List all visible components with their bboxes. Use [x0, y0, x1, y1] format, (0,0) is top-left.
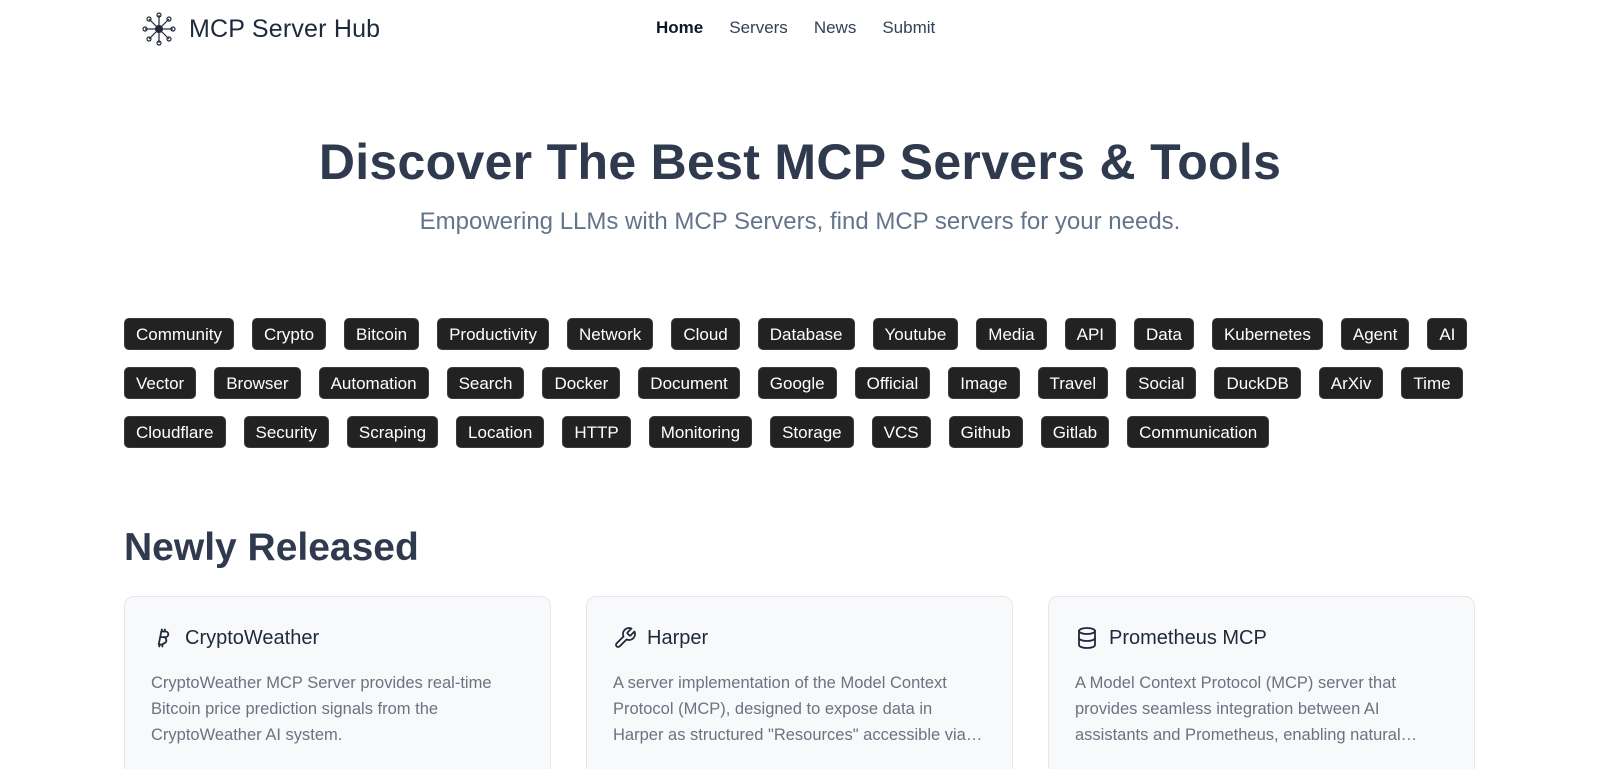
tag-kubernetes[interactable]: Kubernetes [1211, 318, 1323, 350]
tag-location[interactable]: Location [456, 416, 545, 448]
tag-security[interactable]: Security [243, 416, 329, 448]
server-card[interactable]: CryptoWeather CryptoWeather MCP Server p… [124, 596, 551, 769]
tag-social[interactable]: Social [1126, 367, 1197, 399]
card-title: CryptoWeather [185, 626, 320, 649]
tag-community[interactable]: Community [124, 318, 234, 350]
tag-cloudflare[interactable]: Cloudflare [124, 416, 226, 448]
nav-home[interactable]: Home [656, 18, 703, 38]
nav-servers[interactable]: Servers [729, 18, 788, 38]
tag-list: Community Crypto Bitcoin Productivity Networ… [124, 318, 1484, 448]
tag-official[interactable]: Official [854, 367, 931, 399]
tag-communication[interactable]: Communication [1127, 416, 1270, 448]
card-description: A server implementation of the Model Con… [613, 674, 966, 744]
tag-arxiv[interactable]: ArXiv [1318, 367, 1384, 399]
card-title: Prometheus MCP [1109, 626, 1267, 649]
card-header: CryptoWeather [151, 624, 524, 652]
tag-youtube[interactable]: Youtube [872, 318, 959, 350]
card-header: Prometheus MCP [1075, 624, 1448, 652]
server-card[interactable]: Prometheus MCP A Model Context Protocol … [1048, 596, 1475, 769]
brand-name: MCP Server Hub [189, 14, 381, 43]
brand-logo-link[interactable]: MCP Server Hub [142, 12, 380, 46]
tag-media[interactable]: Media [976, 318, 1047, 350]
tag-gitlab[interactable]: Gitlab [1040, 416, 1110, 448]
tag-docker[interactable]: Docker [542, 367, 621, 399]
tag-vcs[interactable]: VCS [871, 416, 931, 448]
tag-http[interactable]: HTTP [562, 416, 631, 448]
tag-data[interactable]: Data [1134, 318, 1194, 350]
hero-title: Discover The Best MCP Servers & Tools [318, 134, 1282, 190]
card-description: A Model Context Protocol (MCP) server th… [1075, 674, 1401, 744]
tag-productivity[interactable]: Productivity [437, 318, 549, 350]
tag-google[interactable]: Google [757, 367, 837, 399]
tag-api[interactable]: API [1064, 318, 1117, 350]
tag-agent[interactable]: Agent [1340, 318, 1410, 350]
site-header: MCP Server Hub Home Servers News Submit [0, 0, 1600, 60]
tag-vector[interactable]: Vector [124, 367, 197, 399]
tag-automation[interactable]: Automation [318, 367, 429, 399]
tag-image[interactable]: Image [948, 367, 1020, 399]
hero-subtitle: Empowering LLMs with MCP Servers, find M… [419, 208, 1181, 235]
tag-duckdb[interactable]: DuckDB [1214, 367, 1301, 399]
server-card[interactable]: Harper A server implementation of the Mo… [586, 596, 1013, 769]
tag-crypto[interactable]: Crypto [251, 318, 327, 350]
tag-travel[interactable]: Travel [1037, 367, 1109, 399]
card-header: Harper [613, 624, 986, 652]
tag-ai[interactable]: AI [1427, 318, 1468, 350]
tag-network[interactable]: Network [566, 318, 654, 350]
tag-browser[interactable]: Browser [214, 367, 301, 399]
nav-news[interactable]: News [814, 18, 857, 38]
server-cards: CryptoWeather CryptoWeather MCP Server p… [124, 596, 1476, 769]
tag-github[interactable]: Github [948, 416, 1023, 448]
nav-submit[interactable]: Submit [882, 18, 935, 38]
bitcoin-icon [151, 626, 175, 650]
tag-bitcoin[interactable]: Bitcoin [344, 318, 420, 350]
tag-storage[interactable]: Storage [770, 416, 854, 448]
tag-time[interactable]: Time [1401, 367, 1463, 399]
tag-search[interactable]: Search [446, 367, 525, 399]
main-nav: Home Servers News Submit [656, 18, 961, 38]
tag-monitoring[interactable]: Monitoring [648, 416, 753, 448]
wrench-icon [613, 626, 637, 650]
tag-cloud[interactable]: Cloud [671, 318, 740, 350]
database-icon [1075, 626, 1099, 650]
tag-database[interactable]: Database [757, 318, 855, 350]
newly-released-title: Newly Released [124, 526, 419, 569]
card-description: CryptoWeather MCP Server provides real-t… [151, 674, 492, 744]
tag-document[interactable]: Document [638, 367, 740, 399]
card-title: Harper [647, 626, 709, 649]
network-hub-icon [142, 12, 176, 46]
tag-scraping[interactable]: Scraping [346, 416, 439, 448]
